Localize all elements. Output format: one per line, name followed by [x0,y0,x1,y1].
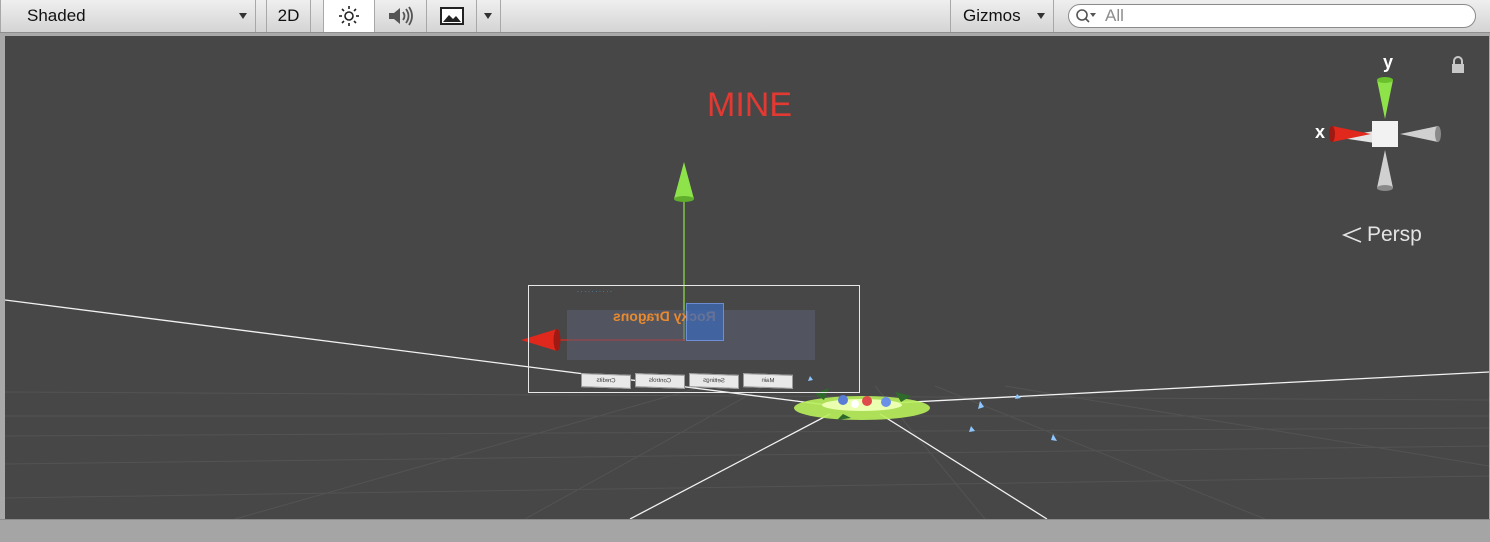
axis-x-label: x [1315,122,1326,142]
gizmos-label: Gizmos [963,6,1021,25]
2d-mode-label: 2D [277,6,300,25]
chevron-down-icon [1037,13,1045,19]
main-button[interactable]: Main [743,373,793,389]
scene-audio-toggle[interactable] [375,0,427,32]
search-input[interactable]: All [1068,4,1476,28]
shading-mode-dropdown[interactable]: Shaded [0,0,256,32]
scene-viewport[interactable]: · · · · · · · · · · Rocky Dragons Credit… [5,36,1489,519]
chevron-down-icon [484,13,492,19]
ui-canvas-bounds[interactable]: · · · · · · · · · · Rocky Dragons Credit… [528,285,860,393]
effects-dropdown[interactable] [477,0,501,32]
orientation-gizmo[interactable] [1325,74,1455,204]
projection-toggle[interactable]: Persp [1341,223,1422,247]
sun-icon [339,6,359,26]
canvas-caption: · · · · · · · · · · [577,289,612,295]
credits-button[interactable]: Credits [581,373,631,389]
speaker-icon [388,6,413,26]
controls-button[interactable]: Controls [635,373,685,389]
shading-mode-label: Shaded [27,6,86,25]
settings-button[interactable]: Settings [689,373,739,389]
perspective-icon [1341,227,1362,243]
canvas-button-row: Credits Controls Settings Main [581,373,793,389]
scene-lighting-toggle[interactable] [323,0,375,32]
scene-effects-toggle[interactable] [427,0,477,32]
search-icon [1076,9,1096,23]
world-space-label: MINE [707,86,792,124]
chevron-down-icon [239,13,247,19]
search-placeholder: All [1105,6,1124,25]
scene-toolbar: Shaded 2D Gizmos All [0,0,1490,33]
projection-label: Persp [1367,223,1422,246]
2d-mode-toggle[interactable]: 2D [266,0,311,32]
image-icon [439,7,464,25]
selected-object-handle[interactable] [686,303,724,341]
gizmos-dropdown[interactable]: Gizmos [950,0,1054,32]
axis-y-label: y [1383,52,1394,72]
status-bar [0,519,1490,542]
